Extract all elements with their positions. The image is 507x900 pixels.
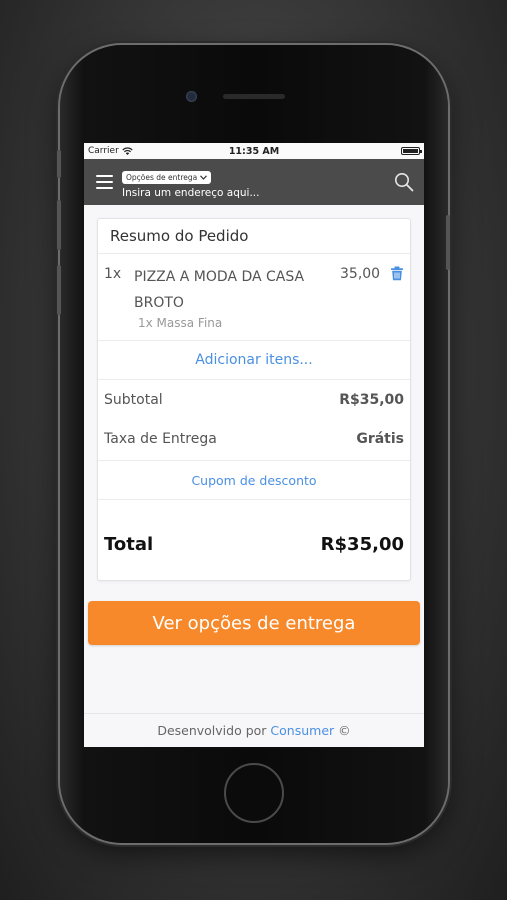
search-icon[interactable] (394, 172, 414, 192)
item-price: 35,00 (340, 266, 381, 282)
front-camera (186, 91, 197, 102)
copyright-symbol: © (338, 723, 351, 738)
volume-down-button (57, 265, 61, 315)
mute-switch (57, 150, 61, 178)
order-summary-title: Resumo do Pedido (98, 219, 410, 254)
power-button (446, 215, 450, 270)
subtotal-label: Subtotal (104, 391, 163, 408)
item-name: PIZZA A MODA DA CASA BROTO (134, 269, 305, 311)
status-time: 11:35 AM (228, 145, 280, 157)
address-area[interactable]: Opções de entrega Insira um endereço aqu… (122, 165, 394, 199)
earpiece-speaker (223, 94, 285, 99)
footer-consumer-link[interactable]: Consumer (270, 723, 334, 738)
volume-up-button (57, 200, 61, 250)
add-items-link[interactable]: Adicionar itens... (98, 341, 410, 380)
footer: Desenvolvido por Consumer © (84, 713, 424, 747)
home-button[interactable] (224, 763, 284, 823)
coupon-link[interactable]: Cupom de desconto (98, 460, 410, 500)
total-row: Total R$35,00 (98, 516, 410, 572)
delivery-options-label: Opções de entrega (126, 173, 198, 182)
subtotal-value: R$35,00 (339, 391, 404, 408)
battery-icon (401, 147, 422, 155)
item-quantity: 1x (104, 266, 122, 282)
hamburger-icon[interactable] (96, 175, 113, 189)
subtotal-row: Subtotal R$35,00 (98, 380, 410, 419)
total-value: R$35,00 (320, 533, 404, 555)
order-summary-card: Resumo do Pedido 1x PIZZA A MODA DA CASA… (97, 218, 411, 581)
item-option: 1x Massa Fina (138, 316, 223, 330)
delivery-fee-label: Taxa de Entrega (104, 430, 217, 447)
address-placeholder: Insira um endereço aqui... (122, 187, 260, 199)
status-bar: Carrier 11:35 AM (84, 143, 424, 159)
trash-icon[interactable] (390, 266, 404, 281)
total-label: Total (104, 533, 154, 555)
app-header: Opções de entrega Insira um endereço aqu… (84, 159, 424, 205)
chevron-down-icon (200, 175, 208, 180)
app-screen: Carrier 11:35 AM Opções de entrega Insir… (84, 143, 424, 747)
delivery-fee-row: Taxa de Entrega Grátis (98, 419, 410, 458)
delivery-options-dropdown[interactable]: Opções de entrega (122, 171, 212, 184)
order-item[interactable]: 1x PIZZA A MODA DA CASA BROTO 35,00 1x M… (98, 254, 410, 341)
footer-prefix: Desenvolvido por (157, 723, 267, 738)
delivery-fee-value: Grátis (356, 430, 404, 447)
battery-level (403, 149, 418, 153)
delivery-options-button[interactable]: Ver opções de entrega (88, 601, 420, 645)
